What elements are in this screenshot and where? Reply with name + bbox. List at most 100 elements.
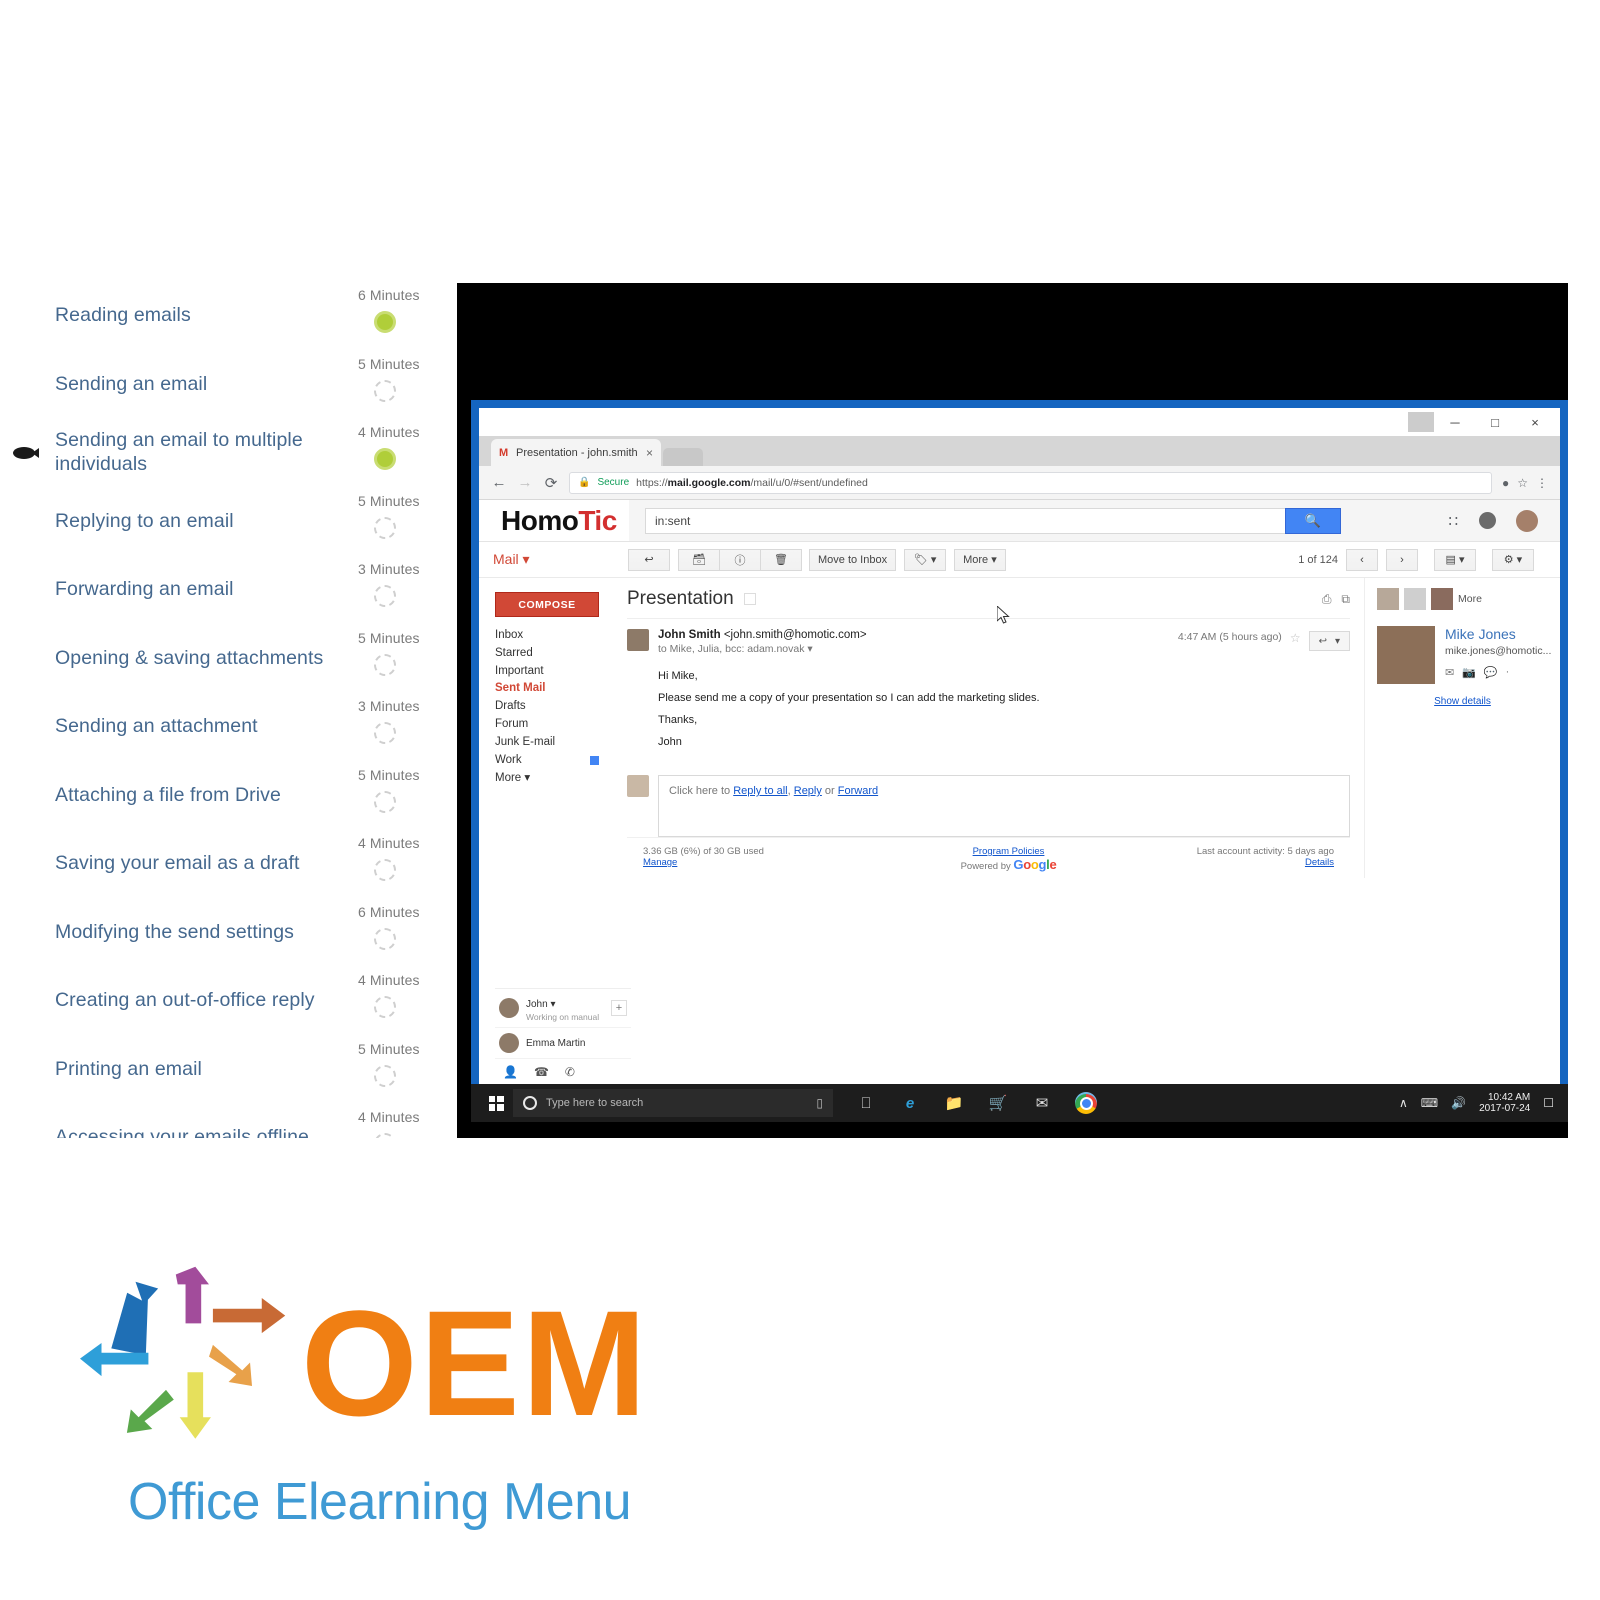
address-bar[interactable]: 🔒 Secure https://mail.google.com/mail/u/… (569, 471, 1492, 494)
list-item[interactable]: Opening & saving attachments 5 Minutes (0, 626, 460, 695)
list-item[interactable]: Emma Martin (495, 1028, 631, 1059)
notifications-icon[interactable] (1479, 512, 1496, 529)
person-thumbnail[interactable] (1404, 588, 1426, 610)
account-avatar[interactable] (1516, 509, 1538, 532)
delete-icon[interactable]: 🗑 (760, 548, 802, 571)
sidebar-item-work[interactable]: Work (495, 752, 611, 770)
sidebar-item-important[interactable]: Important (495, 663, 611, 681)
contact-name[interactable]: Mike Jones (1445, 626, 1551, 642)
contacts-icon[interactable]: 👤 (503, 1065, 518, 1079)
previous-message-icon[interactable]: ‹ (1346, 548, 1378, 571)
extension-icon[interactable]: ● (1502, 476, 1509, 490)
search-input[interactable]: in:sent (645, 507, 1285, 534)
maximize-button[interactable]: □ (1476, 410, 1514, 434)
sidebar-item-junk-email[interactable]: Junk E-mail (495, 734, 611, 752)
back-icon[interactable]: ← (491, 474, 507, 491)
print-icon[interactable]: ⎙ (1322, 592, 1332, 607)
list-item[interactable]: Sending an email 5 Minutes (0, 352, 460, 421)
list-item[interactable]: Modifying the send settings 6 Minutes (0, 900, 460, 969)
apps-grid-icon[interactable]: ∷ (1448, 512, 1459, 530)
video-call-icon[interactable]: 📷 (1462, 666, 1476, 679)
taskbar-search-input[interactable]: Type here to search ▯ (513, 1089, 833, 1117)
lesson-title: Sending an email (55, 372, 208, 395)
list-item[interactable]: Attaching a file from Drive 5 Minutes (0, 763, 460, 832)
forward-link[interactable]: Forward (838, 785, 878, 797)
list-item[interactable]: Sending an email to multiple individuals… (0, 420, 460, 489)
report-spam-icon[interactable]: ⓘ (719, 548, 761, 571)
chat-icon[interactable]: 💬 (1484, 666, 1498, 679)
list-item[interactable]: Printing an email 5 Minutes (0, 1037, 460, 1106)
mail-dropdown[interactable]: Mail ▾ (493, 551, 628, 568)
sidebar-item-inbox[interactable]: Inbox (495, 627, 611, 645)
list-item[interactable]: Reading emails 6 Minutes (0, 283, 460, 352)
activity-details-link[interactable]: Details (1074, 857, 1334, 868)
action-center-icon[interactable]: ☐ (1543, 1096, 1554, 1110)
manage-storage-link[interactable]: Manage (643, 857, 943, 868)
people-more-label[interactable]: More (1458, 593, 1482, 605)
browser-tab[interactable]: M Presentation - john.smith × (491, 439, 661, 466)
phone-icon[interactable]: ✆ (565, 1065, 575, 1079)
task-view-icon[interactable]: ⎕ (855, 1092, 877, 1114)
add-contact-icon[interactable]: + (611, 1000, 627, 1016)
bookmark-star-icon[interactable]: ☆ (1517, 476, 1528, 490)
forward-icon[interactable]: → (517, 474, 533, 491)
quick-reply-area[interactable]: Click here to Reply to all, Reply or For… (627, 775, 1350, 837)
list-item[interactable]: Saving your email as a draft 4 Minutes (0, 831, 460, 900)
hangouts-icon[interactable]: ☎ (534, 1065, 549, 1079)
minimize-button[interactable]: ─ (1436, 410, 1474, 434)
file-explorer-icon[interactable]: 📁 (943, 1092, 965, 1114)
logo-row: OEM (80, 1255, 780, 1470)
sidebar-item-more[interactable]: More ▾ (495, 770, 611, 788)
user-profile-icon[interactable] (1408, 412, 1434, 432)
sidebar-item-starred[interactable]: Starred (495, 645, 611, 663)
sidebar-item-sent-mail[interactable]: Sent Mail (495, 680, 611, 698)
close-button[interactable]: × (1516, 410, 1554, 434)
start-button[interactable] (479, 1095, 513, 1111)
chrome-icon[interactable] (1075, 1092, 1097, 1114)
volume-icon[interactable]: 🔊 (1451, 1096, 1466, 1110)
archive-icon[interactable]: 🗃 (678, 548, 720, 571)
list-item[interactable]: Replying to an email 5 Minutes (0, 489, 460, 558)
reply-button[interactable]: ↩ ▾ (1308, 631, 1350, 651)
list-item[interactable]: John ▾ Working on manual + (495, 989, 631, 1028)
list-item[interactable]: Creating an out-of-office reply 4 Minute… (0, 968, 460, 1037)
show-hidden-icons[interactable]: ∧ (1399, 1096, 1408, 1110)
tab-close-icon[interactable]: × (646, 446, 653, 460)
recipients-line[interactable]: to Mike, Julia, bcc: adam.novak ▾ (658, 643, 1178, 655)
sidebar-item-drafts[interactable]: Drafts (495, 698, 611, 716)
sidebar-item-forum[interactable]: Forum (495, 716, 611, 734)
back-to-list-button[interactable]: ↩ (628, 548, 670, 571)
star-icon[interactable]: ☆ (1290, 631, 1301, 645)
compose-button[interactable]: COMPOSE (495, 592, 599, 617)
browser-menu-icon[interactable]: ⋮ (1536, 476, 1548, 490)
reload-icon[interactable]: ⟳ (543, 474, 559, 492)
popout-icon[interactable]: ⧉ (1341, 592, 1350, 607)
reply-input[interactable]: Click here to Reply to all, Reply or For… (658, 775, 1350, 837)
more-dropdown-button[interactable]: More ▾ (954, 548, 1006, 571)
search-button-icon[interactable]: 🔍 (1285, 507, 1341, 534)
taskbar-clock[interactable]: 10:42 AM 2017-07-24 (1479, 1092, 1530, 1115)
program-policies-link[interactable]: Program Policies (943, 846, 1074, 857)
list-item[interactable]: Sending an attachment 3 Minutes (0, 694, 460, 763)
list-item[interactable]: Forwarding an email 3 Minutes (0, 557, 460, 626)
microphone-icon[interactable]: ▯ (816, 1096, 823, 1110)
settings-gear-icon[interactable]: ⚙ ▾ (1492, 548, 1534, 571)
display-density-icon[interactable]: ▤ ▾ (1434, 548, 1476, 571)
reply-link[interactable]: Reply (794, 785, 822, 797)
microsoft-store-icon[interactable]: 🛒 (987, 1092, 1009, 1114)
network-icon[interactable]: ⌨ (1421, 1096, 1438, 1110)
new-tab-button[interactable] (663, 448, 703, 466)
more-actions-icon[interactable]: · (1506, 666, 1510, 679)
person-thumbnail[interactable] (1431, 588, 1453, 610)
edge-icon[interactable]: e (899, 1092, 921, 1114)
list-item[interactable]: Accessing your emails offline 4 Minutes (0, 1105, 460, 1138)
mail-app-icon[interactable]: ✉ (1031, 1092, 1053, 1114)
show-details-link[interactable]: Show details (1377, 696, 1548, 707)
person-thumbnail[interactable] (1377, 588, 1399, 610)
email-contact-icon[interactable]: ✉ (1445, 666, 1454, 679)
labels-dropdown-icon[interactable]: 🏷 ▾ (904, 548, 947, 571)
reply-to-all-link[interactable]: Reply to all (733, 785, 787, 797)
next-message-icon[interactable]: › (1386, 548, 1418, 571)
video-player[interactable]: ─ □ × M Presentation - john.smith × ← → … (457, 283, 1568, 1138)
move-to-inbox-button[interactable]: Move to Inbox (809, 548, 897, 571)
